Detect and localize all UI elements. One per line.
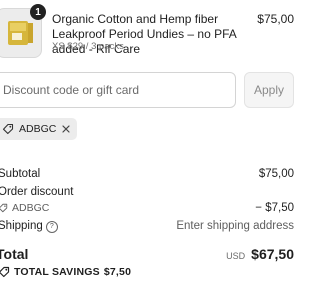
total-amount: $67,50 — [251, 246, 294, 262]
tag-icon — [0, 203, 8, 213]
subtotal-value: $75,00 — [258, 168, 294, 180]
applied-discount-chip: ADBGC — [0, 118, 78, 140]
order-discount-value: − $7,50 — [255, 202, 294, 214]
savings-value: $7,50 — [103, 266, 132, 278]
product-variant: XS $29 / 3 packs — [52, 41, 124, 52]
applied-discount-code: ADBGC — [19, 123, 57, 135]
currency-code: USD — [226, 251, 246, 261]
product-price: $75,00 — [257, 12, 294, 26]
shipping-info-icon[interactable]: ? — [45, 220, 58, 233]
tag-icon — [2, 123, 14, 135]
subtotal-label: Subtotal — [0, 168, 41, 180]
total-price: USD $67,50 — [226, 246, 294, 262]
shipping-value: Enter shipping address — [176, 220, 294, 232]
quantity-badge: 1 — [30, 4, 46, 20]
total-label: Total — [0, 246, 29, 262]
discount-code-input[interactable] — [0, 72, 236, 108]
savings-label: TOTAL SAVINGS — [14, 266, 100, 278]
remove-discount-icon[interactable] — [61, 124, 71, 134]
shipping-row-label: Shipping? — [0, 220, 58, 233]
order-discount-code: ADBGC — [12, 202, 50, 214]
apply-discount-button[interactable]: Apply — [244, 72, 294, 108]
order-discount-label: Order discount — [0, 186, 74, 198]
tag-icon — [0, 266, 10, 278]
total-savings: TOTAL SAVINGS $7,50 — [0, 266, 131, 278]
order-discount-code-row: ADBGC — [0, 202, 49, 214]
shipping-label: Shipping — [0, 220, 43, 232]
